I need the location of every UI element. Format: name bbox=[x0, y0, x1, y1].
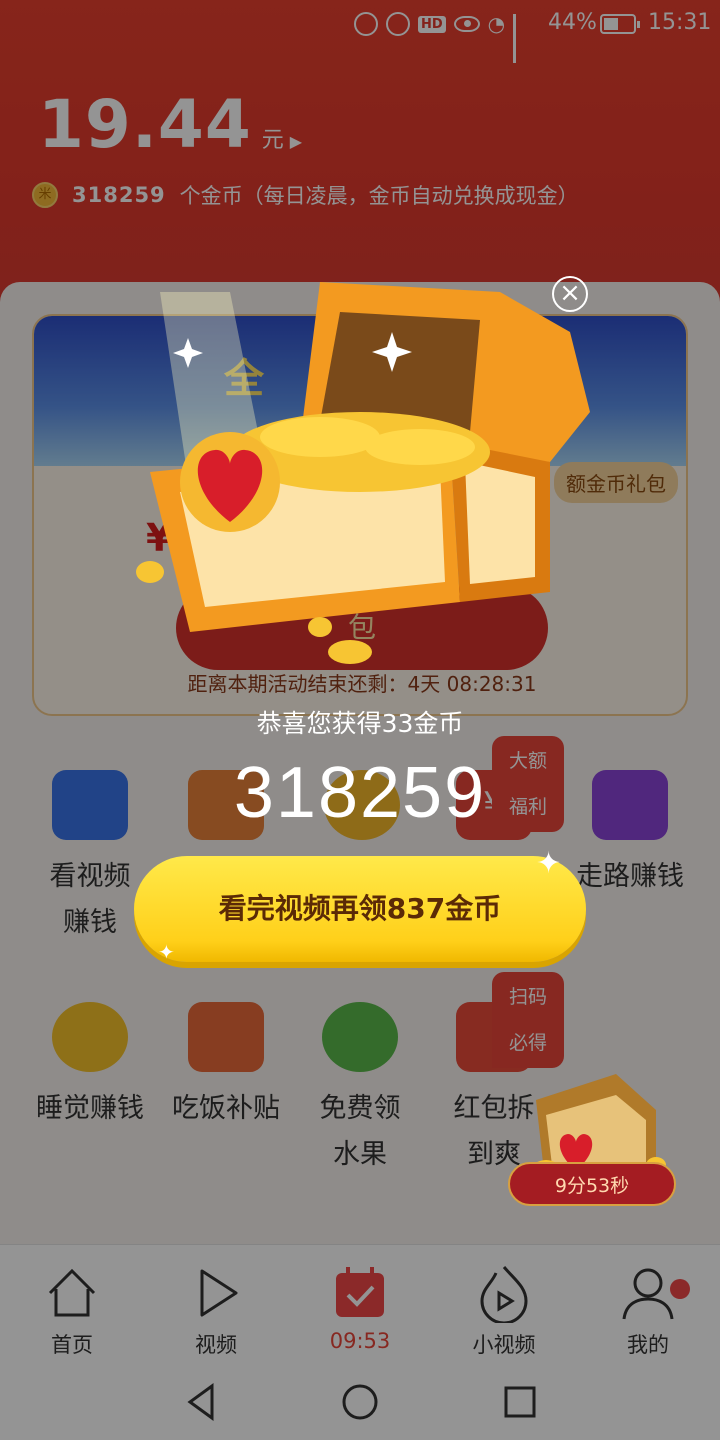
floating-chest-timer: 9分53秒 bbox=[508, 1162, 676, 1206]
reward-coins-total: 318259 bbox=[233, 753, 487, 833]
reward-congrats-text: 恭喜您获得33金币 bbox=[256, 709, 464, 738]
watch-video-reward-button[interactable]: 看完视频再领837金币 bbox=[134, 856, 586, 962]
sparkle-icon: ✦ bbox=[158, 940, 175, 964]
watch-video-reward-label: 看完视频再领837金币 bbox=[218, 892, 502, 925]
treasure-chest-icon bbox=[136, 282, 590, 664]
sparkle-icon: ✦ bbox=[536, 846, 562, 881]
